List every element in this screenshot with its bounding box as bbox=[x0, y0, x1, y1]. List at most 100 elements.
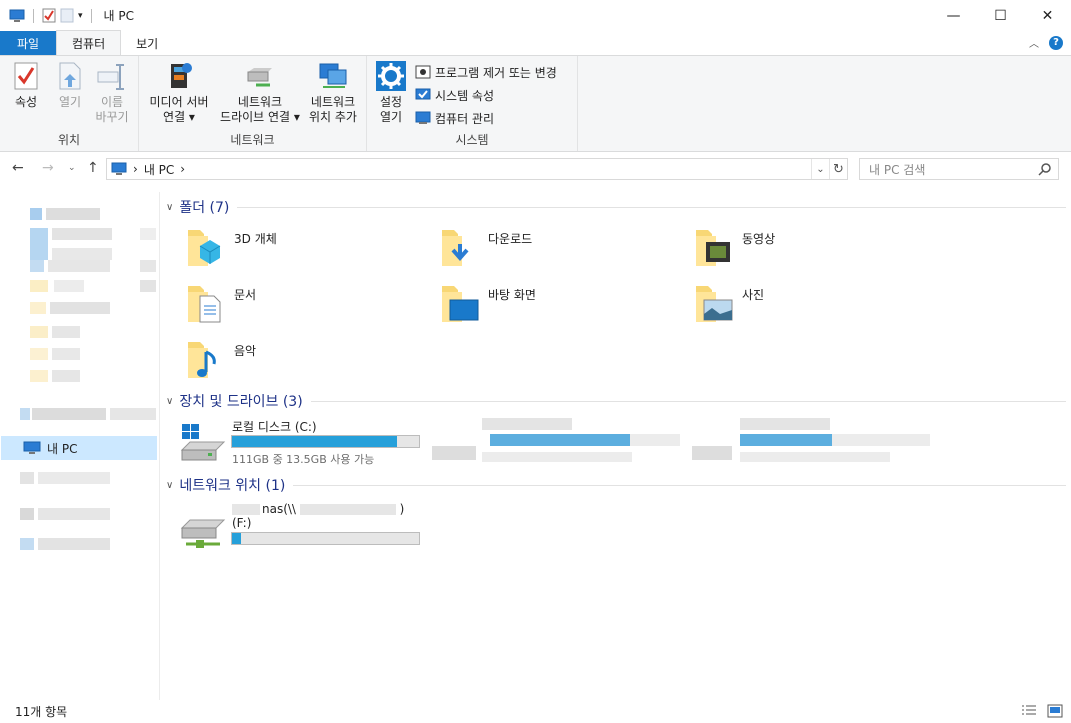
gear-icon bbox=[376, 61, 406, 91]
refresh-icon[interactable]: ↻ bbox=[829, 159, 847, 179]
folder-name: 3D 개체 bbox=[234, 232, 277, 246]
properties-icon bbox=[14, 62, 38, 90]
folder-pictures[interactable]: 사진 bbox=[694, 282, 764, 326]
collapse-ribbon-icon[interactable]: ︿ bbox=[1029, 35, 1039, 50]
nav-item-redacted[interactable] bbox=[20, 538, 110, 550]
divider bbox=[90, 8, 92, 23]
folder-name: 바탕 화면 bbox=[488, 288, 536, 302]
folder-desktop[interactable]: 바탕 화면 bbox=[440, 282, 536, 326]
nav-item-redacted[interactable] bbox=[20, 508, 110, 520]
nav-item-redacted[interactable] bbox=[20, 408, 156, 420]
media-server-label-line2: 연결 ▾ bbox=[163, 110, 195, 124]
nav-item-redacted[interactable] bbox=[30, 208, 100, 220]
nav-item-redacted[interactable] bbox=[30, 280, 156, 292]
add-network-location-button[interactable]: 네트워크 위치 추가 bbox=[305, 60, 361, 125]
forward-button[interactable]: → bbox=[42, 160, 54, 176]
media-server-button[interactable]: 미디어 서버 연결 ▾ bbox=[143, 60, 215, 125]
3d-objects-icon bbox=[188, 230, 221, 266]
folder-music[interactable]: 음악 bbox=[186, 338, 256, 382]
uninstall-program-button[interactable]: 프로그램 제거 또는 변경 bbox=[415, 61, 557, 83]
section-title-folders: 폴더 (7) bbox=[179, 200, 230, 216]
up-button[interactable]: ↑ bbox=[87, 160, 99, 176]
details-view-icon[interactable] bbox=[1021, 704, 1037, 718]
nav-item-redacted[interactable] bbox=[30, 228, 156, 260]
folder-3d-objects[interactable]: 3D 개체 bbox=[186, 226, 277, 270]
map-network-drive-button[interactable]: 네트워크 드라이브 연결 ▾ bbox=[215, 60, 305, 125]
title-bar: ▾ 내 PC — ☐ ✕ bbox=[0, 0, 1071, 31]
open-settings-button[interactable]: 설정 열기 bbox=[373, 60, 409, 125]
downloads-icon bbox=[442, 230, 469, 266]
ribbon-group-system: 설정 열기 프로그램 제거 또는 변경 시스템 속성 컴퓨터 관리 시스템 bbox=[367, 56, 578, 151]
open-button[interactable]: 열기 bbox=[52, 60, 88, 110]
system-properties-label: 시스템 속성 bbox=[435, 88, 495, 103]
network-drive-name-end: ) bbox=[399, 502, 405, 516]
chevron-down-icon: ∨ bbox=[166, 395, 174, 407]
system-properties-button[interactable]: 시스템 속성 bbox=[415, 84, 494, 106]
drive-local-c[interactable]: 로컬 디스크 (C:) 111GB 중 13.5GB 사용 가능 bbox=[180, 418, 420, 468]
search-input[interactable]: 내 PC 검색 bbox=[859, 158, 1059, 180]
section-header-network[interactable]: ∨ 네트워크 위치 (1) bbox=[166, 475, 1066, 495]
divider bbox=[293, 484, 1066, 486]
videos-icon bbox=[696, 230, 730, 266]
tab-view[interactable]: 보기 bbox=[121, 31, 173, 55]
uninstall-icon bbox=[415, 65, 431, 79]
network-drive-name: nas(\\ ) bbox=[262, 502, 404, 516]
network-location-icon bbox=[319, 63, 347, 88]
minimize-button[interactable]: — bbox=[930, 0, 977, 31]
computer-icon bbox=[23, 441, 41, 454]
recent-locations-button[interactable]: ⌄ bbox=[68, 163, 76, 173]
drive-free-space: 111GB 중 13.5GB 사용 가능 bbox=[232, 453, 375, 466]
properties-button[interactable]: 속성 bbox=[8, 60, 44, 110]
folder-documents[interactable]: 문서 bbox=[186, 282, 256, 326]
network-drive-name-redacted bbox=[299, 504, 396, 515]
breadcrumb-separator[interactable]: › bbox=[133, 162, 138, 176]
close-button[interactable]: ✕ bbox=[1024, 0, 1071, 31]
nav-item-redacted[interactable] bbox=[30, 260, 156, 272]
nav-item-redacted[interactable] bbox=[30, 348, 80, 360]
properties-icon[interactable] bbox=[42, 8, 56, 23]
address-bar[interactable]: › 내 PC › ⌄ ↻ bbox=[106, 158, 848, 180]
folder-downloads[interactable]: 다운로드 bbox=[440, 226, 532, 270]
rename-icon bbox=[97, 64, 124, 90]
large-icons-view-icon[interactable] bbox=[1047, 704, 1063, 718]
new-folder-icon[interactable] bbox=[60, 8, 74, 23]
quick-access-toolbar: ▾ bbox=[9, 8, 96, 23]
computer-icon[interactable] bbox=[9, 9, 25, 23]
section-header-drives[interactable]: ∨ 장치 및 드라이브 (3) bbox=[166, 391, 1066, 411]
windows-drive-icon bbox=[180, 424, 226, 461]
customize-toolbar-icon[interactable]: ▾ bbox=[78, 11, 83, 21]
drive-usage-bar bbox=[231, 435, 420, 448]
pictures-icon bbox=[696, 286, 733, 322]
nav-item-redacted[interactable] bbox=[20, 472, 110, 484]
ribbon: 속성 열기 이름 바꾸기 위치 미디어 서버 연결 ▾ 네트워크 드라이브 연결… bbox=[0, 55, 1071, 152]
drive-usage-fill bbox=[232, 533, 242, 544]
nav-item-mypc[interactable]: 내 PC bbox=[1, 436, 157, 460]
tab-computer[interactable]: 컴퓨터 bbox=[56, 30, 122, 55]
folder-videos[interactable]: 동영상 bbox=[694, 226, 775, 270]
breadcrumb-mypc[interactable]: 내 PC bbox=[144, 161, 174, 178]
network-drive-f[interactable]: nas(\\ ) (F:) bbox=[180, 502, 420, 552]
computer-management-button[interactable]: 컴퓨터 관리 bbox=[415, 107, 494, 129]
help-icon[interactable]: ? bbox=[1049, 35, 1063, 50]
nav-item-redacted[interactable] bbox=[30, 370, 80, 382]
computer-icon bbox=[111, 162, 127, 175]
nav-item-redacted[interactable] bbox=[30, 326, 80, 338]
nav-item-redacted[interactable] bbox=[30, 302, 110, 314]
drive-redacted[interactable] bbox=[690, 418, 930, 468]
properties-label: 속성 bbox=[14, 95, 38, 109]
chevron-down-icon: ∨ bbox=[166, 201, 174, 213]
drive-usage-fill bbox=[232, 436, 397, 447]
search-placeholder: 내 PC 검색 bbox=[869, 162, 926, 177]
tab-file[interactable]: 파일 bbox=[0, 31, 56, 55]
breadcrumb-separator[interactable]: › bbox=[180, 162, 185, 176]
address-dropdown-icon[interactable]: ⌄ bbox=[811, 159, 829, 179]
desktop-icon bbox=[442, 286, 479, 322]
back-button[interactable]: ← bbox=[12, 160, 24, 176]
section-header-folders[interactable]: ∨ 폴더 (7) bbox=[166, 197, 1066, 217]
add-network-location-label-line1: 네트워크 bbox=[310, 95, 356, 109]
rename-button[interactable]: 이름 바꾸기 bbox=[92, 60, 132, 125]
divider bbox=[237, 206, 1066, 208]
network-drive-icon bbox=[180, 519, 226, 548]
drive-redacted[interactable] bbox=[430, 418, 680, 468]
maximize-button[interactable]: ☐ bbox=[977, 0, 1024, 31]
